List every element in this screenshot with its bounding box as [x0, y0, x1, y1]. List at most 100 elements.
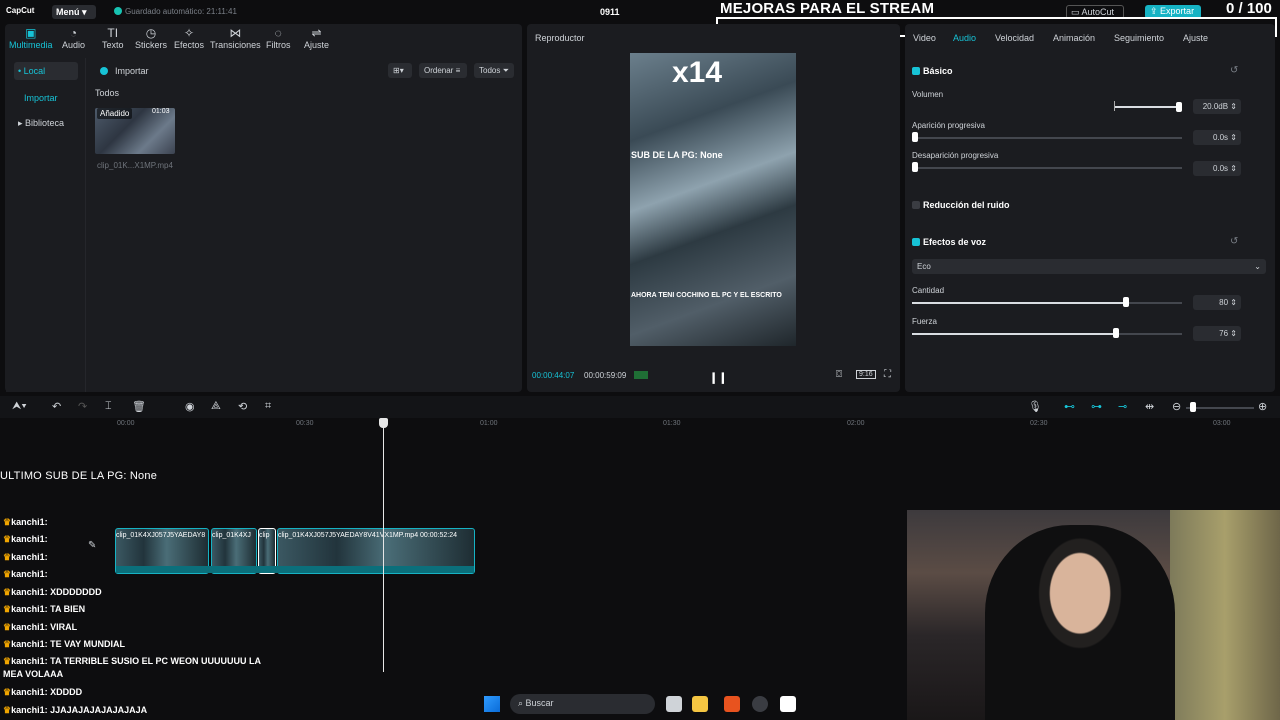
tab-seguimiento[interactable]: Seguimiento: [1114, 33, 1164, 43]
filter-button[interactable]: Todos ⏷: [474, 63, 514, 78]
speed-icon[interactable]: ◉: [185, 400, 195, 413]
tool-filtros[interactable]: ◌ Filtros: [266, 26, 291, 50]
brave-icon[interactable]: [724, 696, 740, 712]
fade-in-knob[interactable]: [912, 132, 918, 142]
tool-label: Texto: [102, 40, 124, 50]
noise-reduction-checkbox[interactable]: [912, 201, 920, 209]
playhead-handle[interactable]: [379, 418, 388, 428]
ruler-tick: 02:30: [1030, 420, 1048, 427]
edit-cover-icon[interactable]: ✎: [88, 540, 104, 560]
chat-message: ♛kanchi1: JJAJAJAJAJAJAJAJA: [3, 705, 147, 716]
tab-ajuste[interactable]: Ajuste: [1183, 33, 1208, 43]
fade-in-slider[interactable]: [912, 137, 1182, 139]
tool-multimedia[interactable]: ▣ Multimedia: [9, 26, 53, 50]
fade-out-text: 0.0s: [1212, 164, 1229, 173]
chat-text: JJAJAJAJAJAJAJAJA: [50, 705, 148, 715]
reset-icon[interactable]: ↺: [1230, 65, 1238, 76]
windows-start-icon[interactable]: [484, 696, 500, 712]
chat-message: ♛kanchi1: XDDDDDDD: [3, 587, 102, 598]
fade-in-value[interactable]: 0.0s ⇕: [1193, 130, 1241, 145]
playhead[interactable]: [383, 418, 384, 672]
nav-importar[interactable]: Importar: [24, 93, 58, 103]
pause-button[interactable]: ❙❙: [709, 371, 727, 384]
delete-icon[interactable]: 🗑: [132, 400, 146, 413]
amount-value[interactable]: 80 ⇕: [1193, 295, 1241, 310]
fade-out-knob[interactable]: [912, 162, 918, 172]
sort-button[interactable]: Ordenar ≡: [419, 63, 467, 78]
tab-audio[interactable]: Audio: [953, 33, 976, 43]
zoom-out-icon[interactable]: ⊖: [1172, 400, 1181, 413]
strength-value[interactable]: 76 ⇕: [1193, 326, 1241, 341]
aspect-ratio-button[interactable]: 9:16: [856, 370, 876, 379]
volume-slider-fill: [1114, 106, 1180, 108]
clip-label: clip_01K4XJ: [212, 532, 251, 539]
tool-audio[interactable]: ◔ Audio: [62, 26, 85, 50]
tab-velocidad[interactable]: Velocidad: [995, 33, 1034, 43]
chat-message: ♛kanchi1: TE VAY MUNDIAL: [3, 639, 125, 650]
streamer-image: [985, 525, 1175, 720]
select-tool-icon[interactable]: ⮝▾: [12, 400, 27, 413]
split-view-icon[interactable]: ⇹: [1145, 400, 1154, 413]
tool-label: Multimedia: [9, 40, 53, 50]
link-icon[interactable]: ⊷: [1064, 400, 1075, 413]
chat-user: kanchi1:: [11, 587, 48, 597]
nav-biblioteca[interactable]: ▸ Biblioteca: [18, 118, 64, 129]
menu-button[interactable]: Menú ▾: [52, 5, 96, 19]
task-view-icon[interactable]: [666, 696, 682, 712]
capcut-taskbar-icon[interactable]: [780, 696, 796, 712]
left-nav: [6, 58, 86, 392]
steam-icon[interactable]: [752, 696, 768, 712]
file-explorer-icon[interactable]: [692, 696, 708, 712]
crown-icon: ♛: [3, 639, 12, 649]
chat-user: kanchi1:: [11, 622, 48, 632]
tool-ajuste[interactable]: ⇌ Ajuste: [304, 26, 329, 50]
amount-knob[interactable]: [1123, 297, 1129, 307]
video-overlay-multiplier: x14: [672, 56, 723, 89]
chat-message: ♛kanchi1:: [3, 517, 48, 528]
added-badge: Añadido: [97, 108, 133, 119]
autosave-icon: [114, 7, 122, 15]
strength-slider-fill: [912, 333, 1116, 335]
screenshot-icon[interactable]: ⌼: [836, 369, 842, 380]
project-name[interactable]: 0911: [600, 7, 620, 17]
split-icon[interactable]: ⌶: [105, 400, 112, 413]
import-button[interactable]: Importar: [115, 66, 149, 76]
nav-local[interactable]: • Local: [14, 62, 78, 80]
tool-stickers[interactable]: ◷ Stickers: [135, 26, 167, 50]
zoom-slider[interactable]: [1186, 407, 1254, 409]
strength-knob[interactable]: [1113, 328, 1119, 338]
tool-texto[interactable]: TI Texto: [102, 26, 124, 50]
voice-effect-selected: Eco: [917, 262, 931, 271]
import-icon: [100, 67, 108, 75]
tool-transiciones[interactable]: ⋈ Transiciones: [210, 26, 261, 50]
strength-label: Fuerza: [912, 317, 937, 326]
rotate-icon[interactable]: ⟲: [238, 400, 247, 413]
fade-out-value[interactable]: 0.0s ⇕: [1193, 161, 1241, 176]
fade-out-slider[interactable]: [912, 167, 1182, 169]
crop-icon[interactable]: ⌗: [265, 400, 271, 413]
tab-video[interactable]: Video: [913, 33, 936, 43]
tab-animacion[interactable]: Animación: [1053, 33, 1095, 43]
voice-effect-select[interactable]: Eco ⌄: [912, 259, 1266, 274]
filter-label: Todos: [479, 66, 501, 75]
zoom-in-icon[interactable]: ⊕: [1258, 400, 1267, 413]
view-toggle[interactable]: ⊞▾: [388, 63, 412, 78]
redo-icon[interactable]: ↷: [78, 400, 87, 413]
video-preview[interactable]: [630, 53, 796, 346]
tool-efectos[interactable]: ✧ Efectos: [174, 26, 204, 50]
volume-value[interactable]: 20.0dB ⇕: [1193, 99, 1241, 114]
volume-knob[interactable]: [1176, 102, 1182, 112]
reset-icon[interactable]: ↺: [1230, 236, 1238, 247]
zoom-knob[interactable]: [1190, 402, 1196, 412]
voice-effects-checkbox[interactable]: [912, 238, 920, 246]
undo-icon[interactable]: ↶: [52, 400, 61, 413]
snap-icon[interactable]: ⊸: [1118, 400, 1127, 413]
mirror-icon[interactable]: ⟁: [211, 400, 221, 413]
chat-message: ♛kanchi1:: [3, 569, 48, 580]
basico-checkbox[interactable]: [912, 67, 920, 75]
microphone-icon[interactable]: 🎙: [1028, 400, 1042, 413]
pause-icon: ❙❙: [709, 372, 728, 384]
taskbar-search[interactable]: ⌕ Buscar: [510, 694, 655, 714]
magnet-icon[interactable]: ⊶: [1091, 400, 1102, 413]
fullscreen-icon[interactable]: ⛶: [884, 369, 891, 380]
